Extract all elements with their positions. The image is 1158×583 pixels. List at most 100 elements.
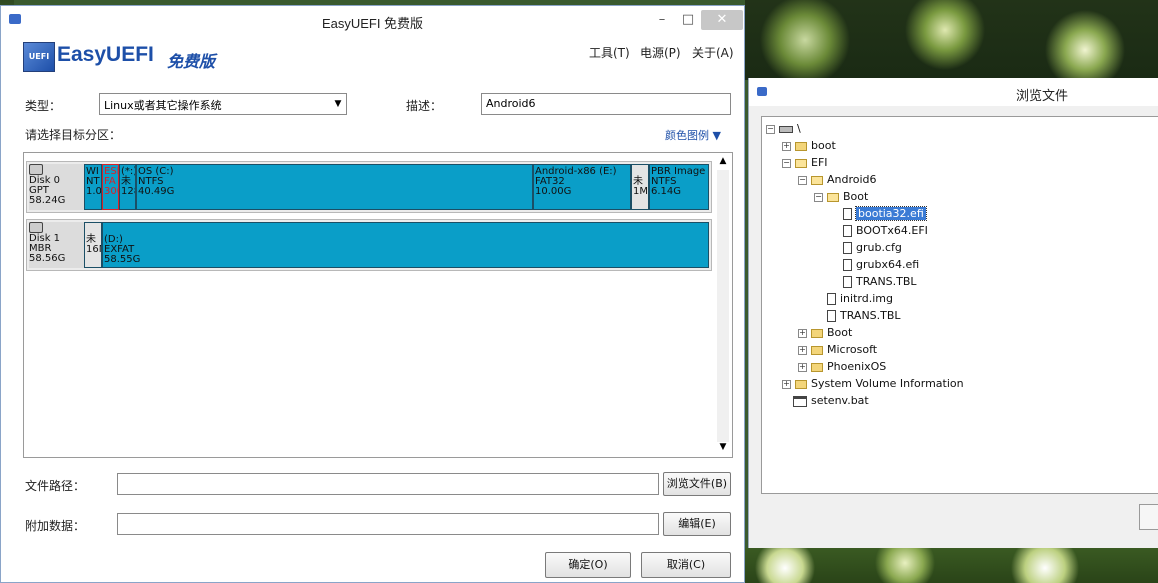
disk-row[interactable]: Disk 0 GPT 58.24G WI NT 1.0 ESP FA 300 (… [26,161,712,213]
folder-icon [795,379,807,389]
collapse-icon[interactable]: − [766,124,775,134]
extra-data-input[interactable] [117,513,659,535]
partition[interactable]: WI NT 1.0 [84,164,102,210]
chevron-down-icon[interactable]: ▼ [331,95,345,113]
expand-icon[interactable]: + [798,362,807,372]
file-icon [843,225,852,237]
type-label: 类型： [25,99,62,113]
collapse-icon[interactable]: − [782,158,791,168]
file-path-input[interactable] [117,473,659,495]
tree-node-label: BOOTx64.EFI [856,224,928,237]
tree-node-folder[interactable]: + boot [782,138,836,154]
tree-node-folder[interactable]: + Boot [798,325,852,341]
color-legend-link[interactable]: 颜色图例 ▼ [665,127,721,143]
file-icon [843,208,852,220]
expand-icon[interactable]: + [798,328,807,338]
tree-node-folder[interactable]: − Boot [814,189,868,205]
ok-button[interactable]: 确定(O) [545,552,631,578]
window-title: EasyUEFI 免费版 [321,16,424,31]
tree-node-label: initrd.img [840,292,893,305]
file-icon [843,242,852,254]
collapse-icon[interactable]: − [798,175,807,185]
expand-icon[interactable]: + [782,379,791,389]
collapse-icon[interactable]: − [814,192,823,202]
partition[interactable]: OS (C:) NTFS 40.49G [136,164,533,210]
tree-node-file[interactable]: BOOTx64.EFI [843,223,928,239]
file-icon [827,293,836,305]
tree-node-root[interactable]: − \ [766,121,801,137]
tree-node-label: EFI [811,156,828,169]
tree-node-file[interactable]: setenv.bat [793,393,869,409]
browse-title-bar[interactable]: 浏览文件 [749,78,1158,106]
type-select[interactable]: Linux或者其它操作系统 [99,93,347,115]
scroll-down-icon[interactable]: ▼ [717,442,729,456]
disk-size: 58.56G [29,253,66,264]
tree-node-file[interactable]: TRANS.TBL [827,308,901,324]
cancel-button[interactable]: 取消(C) [641,552,731,578]
disk-size: 58.24G [29,195,66,206]
tree-node-label: Microsoft [827,343,878,356]
scrollbar-track[interactable] [717,170,729,442]
tree-node-file[interactable]: grub.cfg [843,240,902,256]
tree-node-folder[interactable]: − EFI [782,155,828,171]
tree-node-label: TRANS.TBL [840,309,901,322]
disk-panel[interactable]: Disk 0 GPT 58.24G WI NT 1.0 ESP FA 300 (… [23,152,733,458]
tree-node-label: \ [797,122,801,135]
scroll-up-icon[interactable]: ▲ [717,156,729,170]
folder-open-icon [811,175,823,185]
maximize-button[interactable]: □ [677,10,699,30]
partition-size: 58.55G [104,254,141,265]
tree-node-file[interactable]: grubx64.efi [843,257,919,273]
tree-node-label: System Volume Information [811,377,964,390]
minimize-button[interactable]: – [651,10,673,30]
tree-node-folder[interactable]: − Android6 [798,172,877,188]
partition-esp[interactable]: ESP FA 300 [102,164,119,210]
partition[interactable]: (*:) 未 128 [119,164,136,210]
tree-node-file[interactable]: bootia32.efi [843,206,927,222]
expand-icon[interactable]: + [798,345,807,355]
app-edition: 免费版 [167,54,216,71]
drive-icon [779,125,793,133]
partition-fs: 1M [633,186,648,197]
tree-node-file[interactable]: initrd.img [827,291,893,307]
description-label: 描述： [406,99,443,113]
menu-power[interactable]: 电源(P) [640,44,681,61]
close-button[interactable]: ✕ [701,10,743,30]
tree-node-label: TRANS.TBL [856,275,917,288]
disk-info[interactable]: Disk 1 MBR 58.56G [29,222,85,268]
desktop-background-top-right [745,0,1158,80]
browse-file-button[interactable]: 浏览文件(B) [663,472,731,496]
description-input[interactable]: Android6 [481,93,731,115]
partition-size: 300 [104,186,118,197]
partition-unallocated[interactable]: 未 16M [84,222,102,268]
partition-size: 6.14G [651,186,682,197]
browse-dialog-button[interactable] [1139,504,1158,530]
file-icon [843,276,852,288]
file-icon [827,310,836,322]
tree-node-folder[interactable]: + PhoenixOS [798,359,886,375]
folder-icon [795,141,807,151]
expand-icon[interactable]: + [782,141,791,151]
tree-node-label: setenv.bat [811,394,869,407]
partition-size: 128 [121,186,135,197]
partition[interactable]: PBR Image ( NTFS 6.14G [649,164,709,210]
tree-node-file[interactable]: TRANS.TBL [843,274,917,290]
file-tree[interactable]: − \ + boot − EFI − Android6 − Boot bootia32.e… [761,116,1158,494]
hard-disk-icon [29,164,43,175]
tree-node-folder[interactable]: + Microsoft [798,342,877,358]
partition-unallocated[interactable]: 未 1M [631,164,649,210]
menu-about[interactable]: 关于(A) [692,44,734,61]
partition[interactable]: (D:) EXFAT 58.55G [102,222,709,268]
disk-row[interactable]: Disk 1 MBR 58.56G 未 16M (D:) EXFAT 58.55… [26,219,712,271]
browse-files-window: 浏览文件 − \ + boot − EFI − Android6 − Boot booti… [748,78,1158,548]
tree-node-folder[interactable]: + System Volume Information [782,376,964,392]
hard-disk-icon [29,222,43,233]
edit-button[interactable]: 编辑(E) [663,512,731,536]
title-bar[interactable]: EasyUEFI 免费版 – □ ✕ [1,6,744,34]
easyuefi-window: EasyUEFI 免费版 – □ ✕ UEFI EasyUEFI 免费版 工具(… [0,5,745,583]
file-path-label: 文件路径： [25,479,86,493]
partition-active[interactable]: Android-x86 (E:) FAT32 10.00G [533,164,631,210]
menu-tools[interactable]: 工具(T) [589,44,630,61]
folder-icon [811,328,823,338]
disk-info[interactable]: Disk 0 GPT 58.24G [29,164,85,210]
